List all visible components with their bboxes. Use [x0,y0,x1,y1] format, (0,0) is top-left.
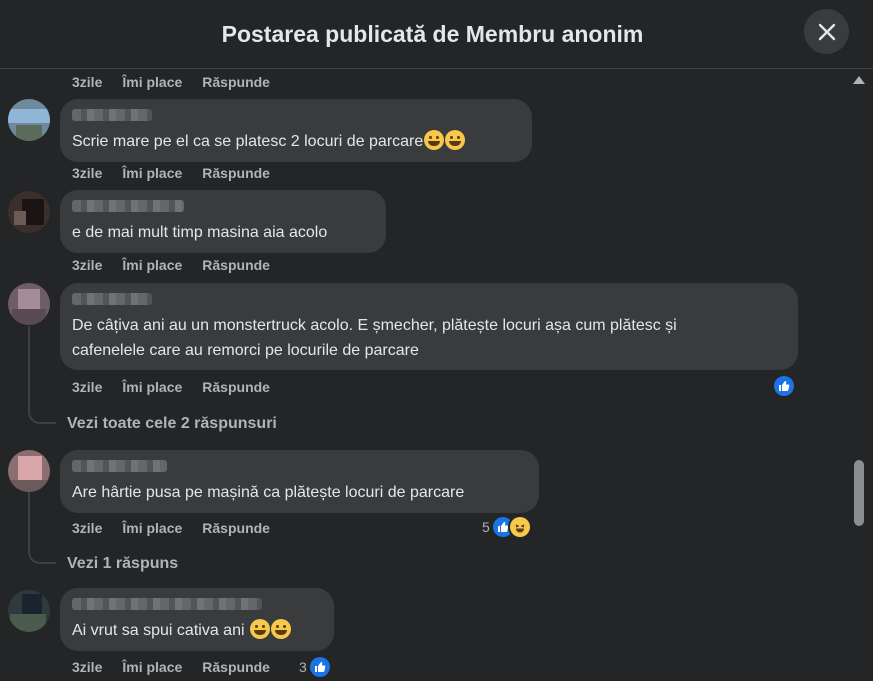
comment-text-line: cafenelele care au remorci pe locurile d… [72,342,419,359]
like-link[interactable]: Îmi place [122,74,182,90]
reply-link[interactable]: Răspunde [202,659,270,675]
comment-actions: 3zile Îmi place Răspunde [72,379,290,395]
thread-line [28,326,30,410]
view-replies-link[interactable]: Vezi toate cele 2 răspunsuri [67,415,277,433]
comment-text-line: De câțiva ani au un monstertruck acolo. … [72,317,677,334]
scrollbar[interactable] [850,70,868,681]
comment-time[interactable]: 3zile [72,659,102,675]
comment-time[interactable]: 3zile [72,379,102,395]
avatar[interactable] [8,283,50,325]
like-link[interactable]: Îmi place [122,257,182,273]
comment-bubble: Scrie mare pe el ca se platesc 2 locuri … [60,99,532,162]
reply-link[interactable]: Răspunde [202,379,270,395]
like-reaction-icon [309,657,330,677]
dialog-title: Postarea publicată de Membru anonim [221,20,644,47]
reaction-count: 5 [482,519,490,535]
reaction-summary[interactable]: 5 [482,517,530,537]
reply-link[interactable]: Răspunde [202,520,270,536]
author-name-blurred[interactable] [72,109,152,121]
comment-text: e de mai mult timp masina aia acolo [72,224,328,241]
comment-time[interactable]: 3zile [72,74,102,90]
haha-reaction-icon [509,517,530,537]
like-link[interactable]: Îmi place [122,165,182,181]
dialog-header: Postarea publicată de Membru anonim [0,0,873,69]
avatar[interactable] [8,99,50,141]
comment-time[interactable]: 3zile [72,165,102,181]
like-link[interactable]: Îmi place [122,520,182,536]
avatar[interactable] [8,191,50,233]
comment-actions: 3zile Îmi place Răspunde [72,659,290,675]
like-link[interactable]: Îmi place [122,659,182,675]
reply-link[interactable]: Răspunde [202,74,270,90]
like-link[interactable]: Îmi place [122,379,182,395]
comment-text: Ai vrut sa spui cativa ani [72,618,322,643]
sweat-smile-emoji [445,130,466,150]
comment-text: Scrie mare pe el ca se platesc 2 locuri … [72,129,520,154]
avatar[interactable] [8,590,50,632]
like-reaction-icon [774,376,794,396]
comment-actions: 3zile Îmi place Răspunde [72,520,290,536]
comment-time[interactable]: 3zile [72,257,102,273]
thread-line [28,492,30,550]
view-replies-link[interactable]: Vezi 1 răspuns [67,555,178,573]
avatar[interactable] [8,450,50,492]
scroll-up-arrow-icon[interactable] [853,76,865,84]
comment-actions: 3zile Îmi place Răspunde [72,257,290,273]
comment-bubble: e de mai mult timp masina aia acolo [60,190,386,253]
close-icon [818,23,835,40]
comment-bubble: Ai vrut sa spui cativa ani [60,588,334,651]
comment-actions: 3zile Îmi place Răspunde [72,165,290,181]
comment-time[interactable]: 3zile [72,520,102,536]
comment-bubble: Are hârtie pusa pe mașină ca plătește lo… [60,450,539,513]
author-name-blurred[interactable] [72,598,262,610]
scrollbar-thumb[interactable] [854,460,864,526]
tears-of-joy-emoji [249,619,270,639]
author-name-blurred[interactable] [72,460,167,472]
reaction-summary[interactable] [774,376,794,396]
author-name-blurred[interactable] [72,200,184,212]
author-name-blurred[interactable] [72,293,152,305]
reaction-summary[interactable]: 3 [299,657,330,677]
comment-bubble: De câțiva ani au un monstertruck acolo. … [60,283,798,370]
sweat-smile-emoji [424,130,445,150]
comment-text: Are hârtie pusa pe mașină ca plătește lo… [72,484,465,501]
comment-actions: 3zile Îmi place Răspunde [72,74,290,90]
tears-of-joy-emoji [270,619,291,639]
reaction-count: 3 [299,659,307,675]
reply-link[interactable]: Răspunde [202,257,270,273]
reply-link[interactable]: Răspunde [202,165,270,181]
close-button[interactable] [804,9,849,54]
comment-text: De câțiva ani au un monstertruck acolo. … [72,313,786,363]
